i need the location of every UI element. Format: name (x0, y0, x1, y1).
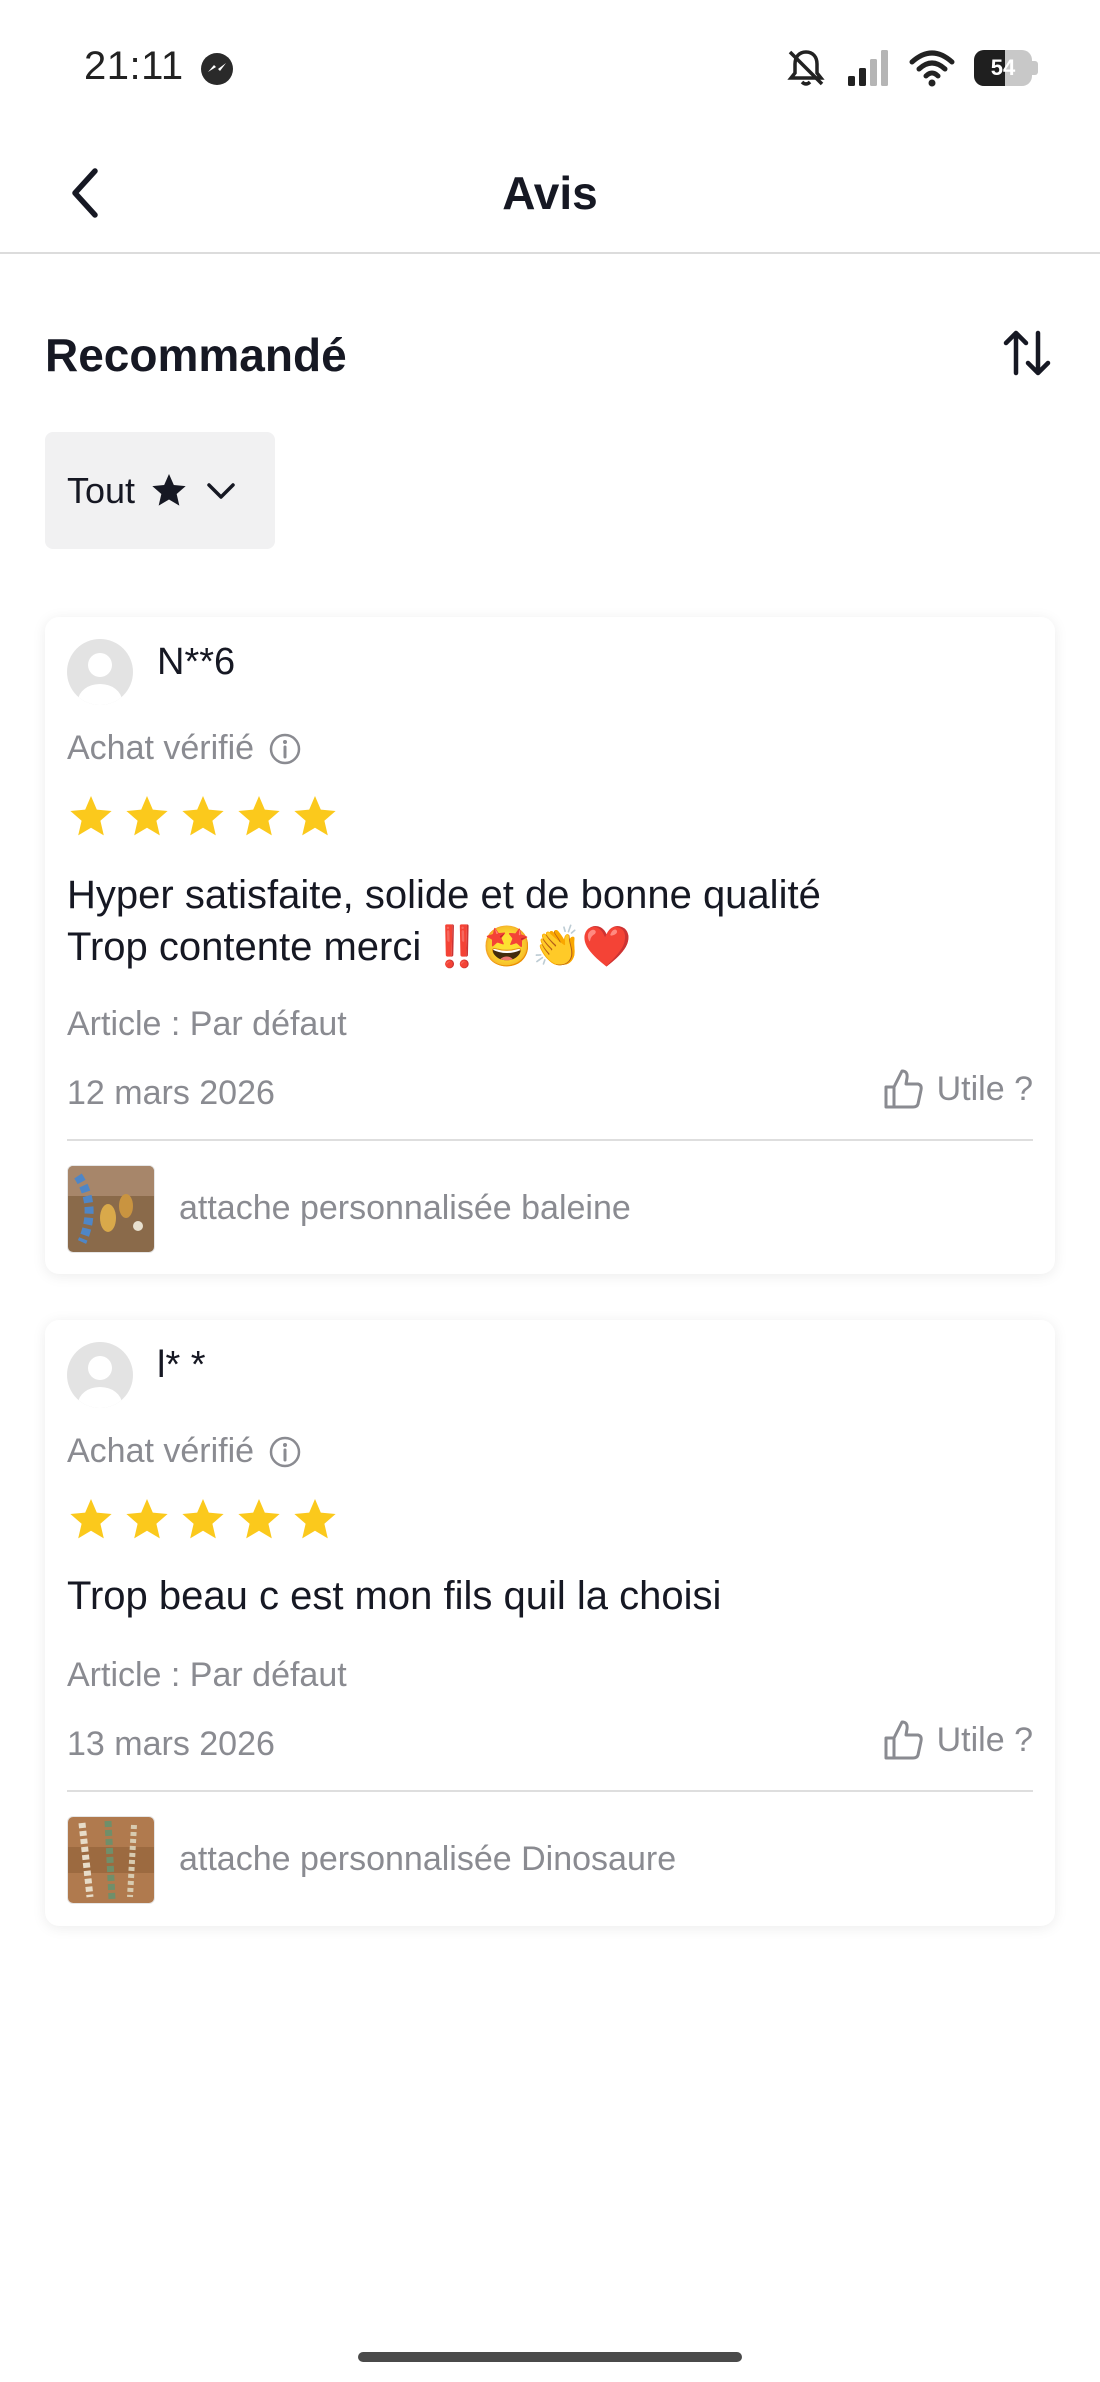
chevron-down-icon (207, 482, 235, 499)
rating-filter-label: Tout (67, 469, 136, 511)
star-icon (238, 796, 280, 836)
battery-icon: 54 (974, 50, 1038, 86)
reviewer-name[interactable]: N**6 (157, 641, 235, 684)
home-indicator[interactable] (358, 2352, 742, 2362)
product-thumbnail[interactable] (67, 1165, 155, 1253)
review-text: Trop beau c est mon fils quil la choisi (67, 1574, 722, 1618)
helpful-button[interactable]: Utile ? (881, 1718, 1033, 1762)
signal-icon (848, 50, 888, 86)
star-rating (67, 793, 339, 841)
status-bar: 21:11 54 (0, 0, 1100, 130)
star-icon (294, 1499, 336, 1539)
rating-filter-dropdown[interactable]: Tout (45, 432, 275, 549)
helpful-button[interactable]: Utile ? (881, 1067, 1033, 1111)
star-icon (182, 796, 224, 836)
verified-label: Achat vérifié (67, 729, 255, 767)
avatar (67, 1342, 133, 1408)
header: Avis (0, 130, 1100, 254)
avatar (67, 639, 133, 705)
divider (67, 1139, 1033, 1141)
info-icon[interactable] (268, 732, 302, 766)
status-icons: 54 (784, 44, 1038, 92)
product-name[interactable]: attache personnalisée baleine (179, 1189, 631, 1228)
product-thumbnail[interactable] (67, 1816, 155, 1904)
info-icon[interactable] (268, 1435, 302, 1469)
verified-purchase[interactable]: Achat vérifié (67, 1432, 302, 1471)
reviewer-name[interactable]: l* * (157, 1344, 206, 1387)
sort-button[interactable] (996, 322, 1058, 384)
product-image (68, 1817, 154, 1903)
star-icon (126, 1499, 168, 1539)
star-icon (294, 796, 336, 836)
review-date: 12 mars 2026 (67, 1074, 275, 1112)
wifi-icon (909, 50, 955, 87)
review-card: l* * Achat vérifié Trop beau c est mon f… (45, 1320, 1055, 1926)
review-card: N**6 Achat vérifié Hyper satisfaite, sol… (45, 617, 1055, 1274)
star-icon (126, 796, 168, 836)
verified-label: Achat vérifié (67, 1432, 255, 1470)
page-title: Avis (502, 167, 598, 219)
star-icon (152, 473, 186, 506)
star-icon (182, 1499, 224, 1539)
star-icon (238, 1499, 280, 1539)
star-rating (67, 1496, 339, 1544)
star-icon (70, 796, 112, 836)
helpful-label: Utile ? (936, 1069, 1033, 1108)
thumbs-up-icon (884, 1069, 923, 1109)
divider (67, 1790, 1033, 1792)
status-time: 21:11 (84, 44, 184, 88)
article-variant: Article : Par défaut (67, 1656, 347, 1694)
bell-off-icon (787, 50, 825, 86)
default-avatar-icon (78, 653, 122, 705)
article-variant: Article : Par défaut (67, 1005, 347, 1043)
thumbs-up-icon (884, 1720, 923, 1760)
verified-purchase[interactable]: Achat vérifié (67, 729, 302, 768)
default-avatar-icon (78, 1356, 122, 1408)
sort-arrows-icon (1003, 330, 1051, 376)
star-icon (70, 1499, 112, 1539)
product-image (68, 1166, 154, 1252)
helpful-label: Utile ? (936, 1720, 1033, 1759)
messenger-icon (201, 53, 233, 85)
product-name[interactable]: attache personnalisée Dinosaure (179, 1840, 676, 1879)
review-text: Hyper satisfaite, solide et de bonne qua… (67, 873, 821, 969)
review-date: 13 mars 2026 (67, 1725, 275, 1763)
section-title[interactable]: Recommandé (45, 328, 347, 382)
battery-level: 54 (990, 55, 1016, 80)
